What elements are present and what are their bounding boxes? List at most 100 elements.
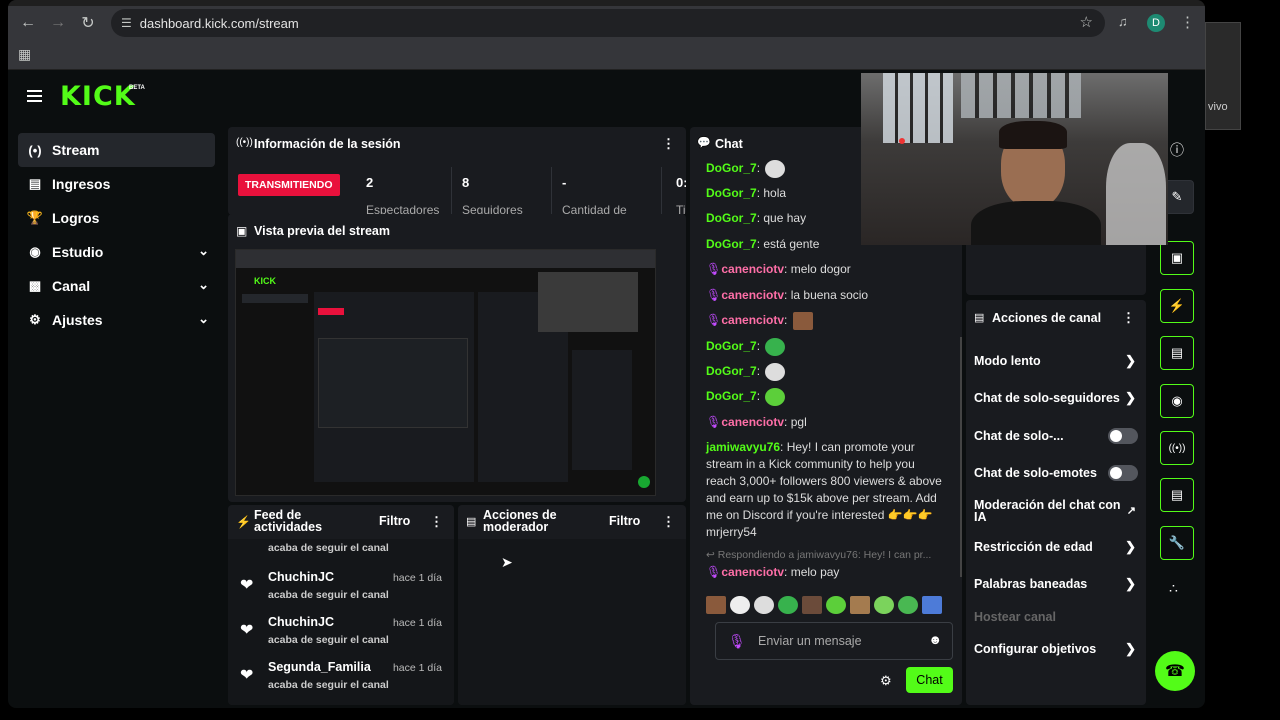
action-label: Configurar objetivos [974,642,1097,656]
background-window-text: vivo [1208,101,1228,113]
emote-icon[interactable] [730,596,750,614]
gear-icon: ⚙ [29,312,41,327]
profile-avatar[interactable]: D [1147,14,1165,32]
chat-username[interactable]: DoGor_7 [706,161,757,175]
chat-send-button[interactable]: Chat [906,667,953,693]
chat-rail-button[interactable]: ◉ [1160,384,1194,418]
chat-username[interactable]: DoGor_7 [706,339,757,353]
feed-item: ❤ Segunda_Familia hace 1 día acaba de se… [228,655,454,699]
stat-time: 0: Ti [662,167,686,215]
browser-toolbar: ← → ↻ ☰ dashboard.kick.com/stream ☆ ♫ D … [8,6,1205,40]
chat-input-box[interactable]: 🎙 Enviar un mensaje ☻ [715,622,953,660]
media-control-icon[interactable]: ♫ [1118,14,1128,29]
action-age-restriction[interactable]: Restricción de edad ❯ [974,530,1146,564]
apps-grid-icon[interactable]: ▦ [18,46,31,63]
emote-icon[interactable] [754,596,774,614]
support-button[interactable]: ☎ [1155,651,1195,691]
document-icon: ▤ [466,516,477,528]
feed-item-user[interactable]: Segunda_Familia [268,660,371,674]
stat-number: 8 [462,175,470,190]
emote-icon[interactable] [706,596,726,614]
chat-scrollbar[interactable] [960,337,962,577]
chat-username[interactable]: DoGor_7 [706,211,757,225]
action-slow-mode[interactable]: Modo lento ❯ [974,344,1146,378]
forward-button[interactable]: → [43,8,73,38]
chat-username[interactable]: DoGor_7 [706,364,757,378]
webcam-overlay[interactable] [861,73,1168,245]
sidebar-item-logros[interactable]: 🏆 Logros [18,201,215,235]
chevron-down-icon: ⌄ [198,311,209,326]
emote-icon [765,388,786,406]
chat-username[interactable]: canenciotv [721,565,784,579]
emote-icon[interactable] [802,596,822,614]
emote-icon[interactable] [778,596,798,614]
tools-rail-button[interactable]: 🔧 [1160,526,1194,560]
emote-icon[interactable] [850,596,870,614]
chat-text: hola [763,186,787,200]
status-badge: TRANSMITIENDO [238,174,340,196]
site-info-icon[interactable]: ☰ [121,16,132,30]
kick-logo[interactable]: KICK [60,81,136,112]
sidebar-item-estudio[interactable]: ◉ Estudio ⌄ [18,235,215,269]
stream-preview-video[interactable]: KICK [235,249,656,496]
feed-item-desc: acaba de seguir el canal [268,679,389,691]
address-bar[interactable]: ☰ dashboard.kick.com/stream ☆ [111,9,1105,37]
chat-username[interactable]: DoGor_7 [706,237,757,251]
sidebar-item-ajustes[interactable]: ⚙ Ajustes ⌄ [18,303,215,337]
chat-message: jamiwavyu76: Hey! I can promote your str… [706,440,942,539]
preview-rail-button[interactable]: ▣ [1160,241,1194,275]
emote-icon[interactable] [922,596,942,614]
chat-username[interactable]: canenciotv [721,288,784,302]
chat-username[interactable]: canenciotv [721,262,784,276]
emote-icon[interactable] [874,596,894,614]
sidebar-item-canal[interactable]: ▩ Canal ⌄ [18,269,215,303]
chat-text: la buena socio [790,288,869,302]
action-subscribers-only[interactable]: Chat de solo-... [974,419,1146,453]
info-icon[interactable]: ⓘ [1170,140,1184,160]
chat-message: 🎙 canenciotv: pgl [706,415,807,429]
more-options-icon[interactable]: ⋮ [662,136,675,152]
reload-button[interactable]: ↻ [73,8,103,38]
filter-button[interactable]: Filtro [379,514,410,528]
mic-icon: 🎙 [706,288,722,302]
feed-item-user[interactable]: ChuchinJC [268,615,334,629]
browser-menu-icon[interactable]: ⋮ [1180,13,1195,31]
sidebar-item-label: Ajustes [52,312,103,328]
activity-rail-button[interactable]: ⚡ [1160,289,1194,323]
action-ai-moderation[interactable]: Moderación del chat con IA ↗ [974,494,1146,528]
feed-item-user[interactable]: ChuchinJC [268,570,334,584]
hamburger-menu-icon[interactable] [27,90,42,102]
emoji-picker-icon[interactable]: ☻ [928,632,942,647]
stat-number: 0: [676,175,686,190]
emote-icon[interactable] [898,596,918,614]
toggle-switch[interactable] [1108,465,1138,481]
more-options-icon[interactable]: ⋮ [1122,310,1135,326]
action-followers-only[interactable]: Chat de solo-seguidores ❯ [974,381,1146,415]
feed-item-time: hace 1 día [392,617,442,629]
action-banned-words[interactable]: Palabras baneadas ❯ [974,567,1146,601]
chat-username[interactable]: jamiwavyu76 [706,440,780,454]
session-rail-button[interactable]: ((•)) [1160,431,1194,465]
sidebar-item-stream[interactable]: (•) Stream [18,133,215,167]
mic-icon: 🎙 [706,262,722,276]
filter-button[interactable]: Filtro [609,514,640,528]
chat-settings-icon[interactable]: ⚙ [880,673,892,689]
panel-title: Chat [715,137,743,151]
toggle-switch[interactable] [1108,428,1138,444]
more-options-icon[interactable]: ⋮ [430,514,443,530]
channel-rail-button[interactable]: ▤ [1160,478,1194,512]
integrations-icon[interactable]: ∴ [1169,580,1178,597]
sidebar-item-ingresos[interactable]: ▤ Ingresos [18,167,215,201]
emote-icon[interactable] [826,596,846,614]
bookmark-star-icon[interactable]: ☆ [1080,13,1093,31]
moderator-rail-button[interactable]: ▤ [1160,336,1194,370]
more-options-icon[interactable]: ⋮ [662,514,675,530]
chat-username[interactable]: canenciotv [721,415,784,429]
action-configure-goals[interactable]: Configurar objetivos ❯ [974,632,1146,666]
back-button[interactable]: ← [13,8,43,38]
action-emotes-only[interactable]: Chat de solo-emotes [974,456,1146,490]
chat-username[interactable]: DoGor_7 [706,389,757,403]
chat-username[interactable]: DoGor_7 [706,186,757,200]
chat-message: 🎙 canenciotv: melo dogor [706,262,851,276]
chat-username[interactable]: canenciotv [721,313,784,327]
